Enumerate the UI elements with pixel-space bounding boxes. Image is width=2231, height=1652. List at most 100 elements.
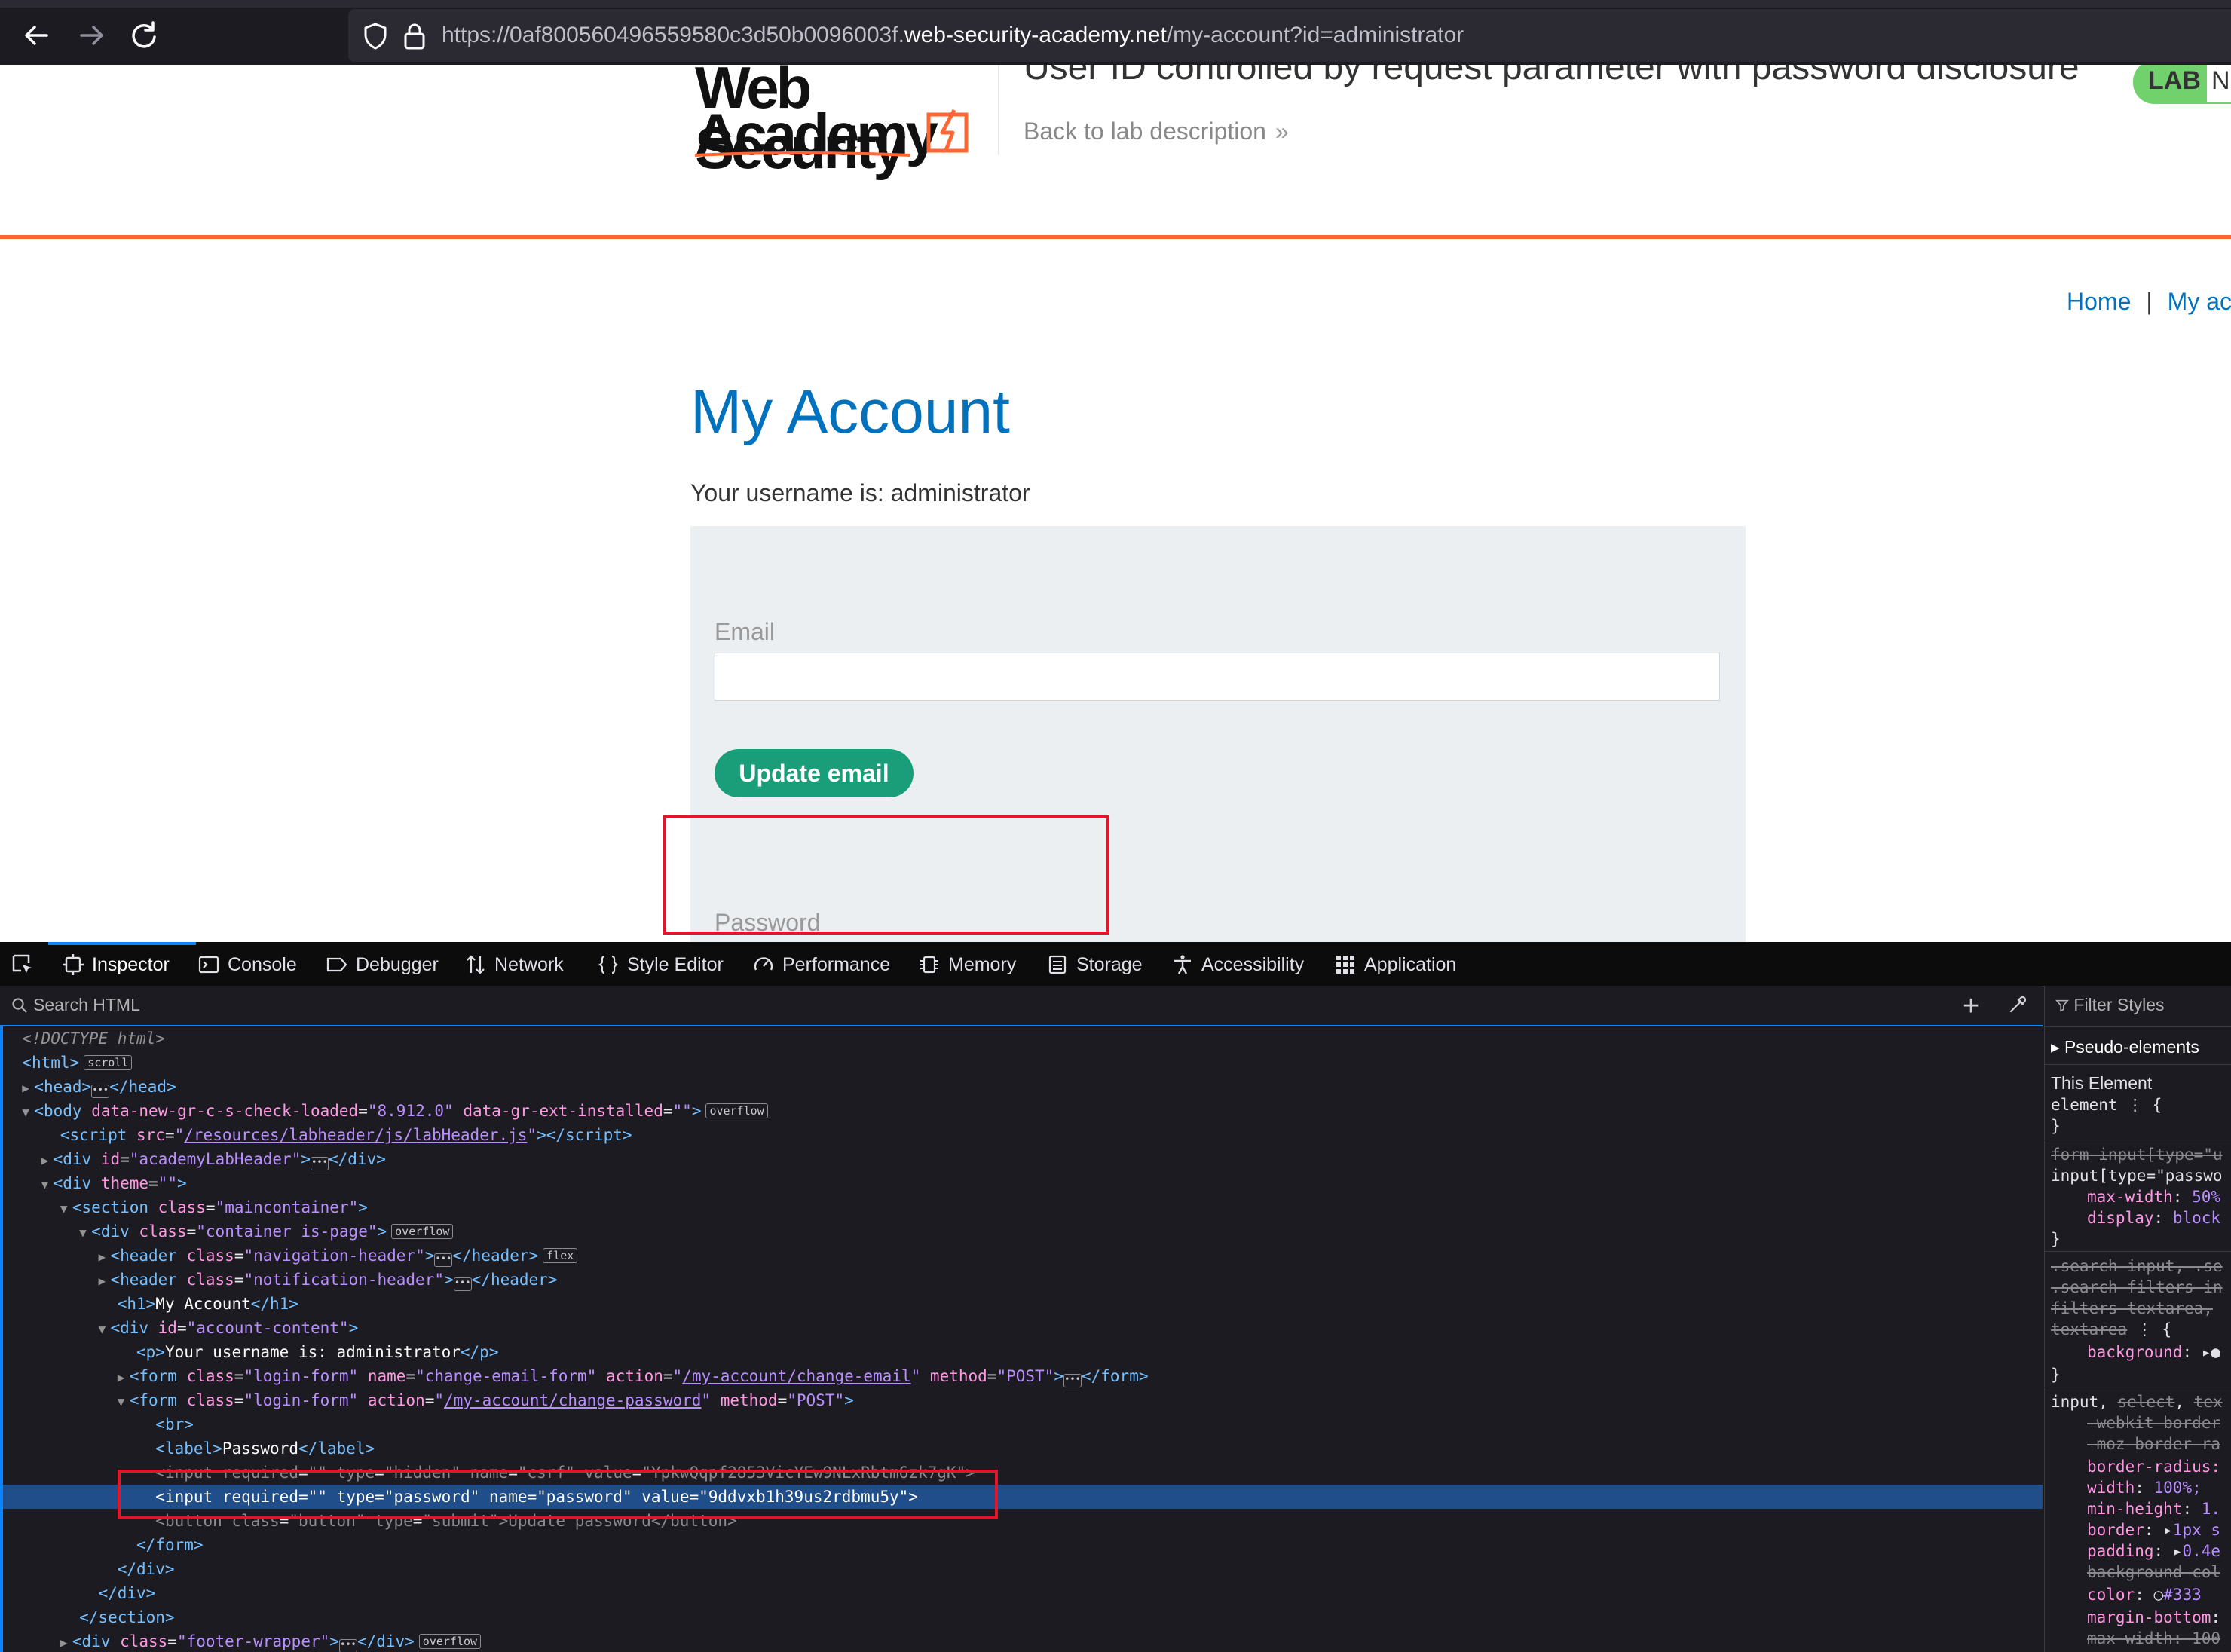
markup-line-html[interactable]: <html> scroll — [3, 1051, 2043, 1075]
eyedropper-icon[interactable] — [2006, 995, 2027, 1016]
element-picker-icon[interactable] — [11, 953, 35, 977]
collapse-triangle-icon[interactable]: ▼ — [79, 1221, 91, 1245]
back-link-label: Back to lab description — [1024, 118, 1266, 145]
markup-line-div-close[interactable]: </div> — [3, 1557, 2043, 1581]
rule-prop[interactable]: min-height: 1. — [2087, 1500, 2220, 1518]
shield-icon[interactable] — [359, 20, 392, 53]
markup-line-notif-header[interactable]: ▶ <header class="notification-header">•••… — [3, 1268, 2043, 1292]
rule-prop: -moz-border-ra — [2087, 1435, 2221, 1453]
memory-icon — [920, 956, 938, 974]
markup-line-label[interactable]: <label>Password</label> — [3, 1436, 2043, 1461]
markup-line-doctype[interactable]: <!DOCTYPE html> — [3, 1026, 2043, 1051]
markup-line-section-close[interactable]: </section> — [3, 1605, 2043, 1629]
debugger-icon — [326, 957, 347, 972]
head-tag-name: head — [43, 1078, 82, 1096]
expand-triangle-icon[interactable]: ▶ — [22, 1076, 34, 1100]
markup-line-section[interactable]: ▼ <section class="maincontainer"> — [3, 1195, 2043, 1219]
collapsed-ellipsis-icon[interactable]: ••• — [453, 1277, 472, 1291]
flex-badge[interactable]: flex — [543, 1248, 578, 1263]
expand-triangle-icon[interactable]: ▶ — [41, 1149, 54, 1173]
rule-prop[interactable]: background: ▸● — [2087, 1343, 2220, 1361]
overflow-badge[interactable]: overflow — [391, 1224, 454, 1239]
rule-prop[interactable]: padding: ▸0.4e — [2087, 1542, 2220, 1560]
update-email-button[interactable]: Update email — [715, 749, 914, 797]
rule-prop[interactable]: border-radius: — [2087, 1458, 2220, 1476]
markup-line-form-close[interactable]: </form> — [3, 1533, 2043, 1557]
html-markup-tree[interactable]: <!DOCTYPE html> <html> scroll ▶ <head>•••<… — [0, 1026, 2043, 1652]
collapse-triangle-icon[interactable]: ▼ — [98, 1317, 110, 1341]
header-divider — [998, 65, 999, 155]
markup-line-pw-form[interactable]: ▼ <form class="login-form" action="/my-ac… — [3, 1388, 2043, 1412]
markup-line-script[interactable]: <script src="/resources/labheader/js/lab… — [3, 1123, 2043, 1147]
overflow-badge[interactable]: overflow — [705, 1103, 768, 1118]
markup-line-theme-div[interactable]: ▼ <div theme=""> — [3, 1171, 2043, 1195]
markup-line-br[interactable]: <br> — [3, 1412, 2043, 1436]
expand-triangle-icon[interactable]: ▶ — [98, 1269, 110, 1293]
rule-prop[interactable]: color: ○#333 — [2087, 1586, 2202, 1604]
collapse-triangle-icon[interactable]: ▼ — [22, 1100, 34, 1124]
expand-triangle-icon[interactable]: ▶ — [118, 1366, 130, 1390]
collapse-triangle-icon[interactable]: ▼ — [60, 1197, 72, 1221]
collapsed-ellipsis-icon[interactable]: ••• — [91, 1085, 110, 1098]
lock-icon[interactable] — [398, 20, 431, 53]
collapse-triangle-icon[interactable]: ▼ — [118, 1390, 130, 1414]
reload-icon[interactable] — [125, 17, 163, 54]
pw-form-action-link[interactable]: /my-account/change-password — [444, 1391, 701, 1409]
devtools-tab-label: Style Editor — [627, 954, 724, 975]
rule-prop[interactable]: width: 100%; — [2087, 1479, 2202, 1497]
collapsed-ellipsis-icon[interactable]: ••• — [1063, 1374, 1082, 1387]
rule-prop[interactable]: margin-bottom: — [2087, 1608, 2220, 1626]
search-html-bar[interactable]: Search HTML + — [0, 986, 2043, 1026]
markup-line-h1[interactable]: <h1>My Account</h1> — [3, 1292, 2043, 1316]
collapse-triangle-icon[interactable]: ▼ — [41, 1173, 54, 1197]
expand-triangle-icon[interactable]: ▶ — [98, 1245, 110, 1269]
script-src-link[interactable]: /resources/labheader/js/labHeader.js — [184, 1126, 527, 1144]
pw-form-method: POST — [796, 1391, 835, 1409]
markup-line-head[interactable]: ▶ <head>•••</head> — [3, 1075, 2043, 1099]
rule-element[interactable]: element ⋮ { — [2051, 1096, 2162, 1114]
filter-icon — [2055, 999, 2069, 1012]
url-text[interactable]: https://0af800560496559580c3d50b0096003f… — [442, 23, 1464, 48]
forward-arrow-icon[interactable] — [72, 17, 110, 54]
nav-my-account-link[interactable]: My ac — [2168, 288, 2231, 315]
rule-prop: -webkit-border — [2087, 1414, 2221, 1432]
markup-line-account-content[interactable]: ▼ <div id="account-content"> — [3, 1316, 2043, 1340]
markup-line-academy-header[interactable]: ▶ <div id="academyLabHeader">•••</div> — [3, 1147, 2043, 1171]
markup-line-div-close[interactable]: </div> — [3, 1581, 2043, 1605]
email-form-class: login-form — [253, 1367, 349, 1385]
this-element-heading: This Element — [2051, 1073, 2153, 1093]
collapsed-ellipsis-icon[interactable]: ••• — [338, 1639, 357, 1652]
lab-title: User ID controlled by request parameter … — [1024, 65, 2080, 87]
page-title: My Account — [690, 378, 1010, 446]
pseudo-elements-toggle[interactable]: ▸ Pseudo-elements — [2051, 1037, 2199, 1057]
filter-styles-input[interactable]: Filter Styles — [2055, 995, 2165, 1015]
markup-line-body[interactable]: ▼ <body data-new-gr-c-s-check-loaded="8.9… — [3, 1099, 2043, 1123]
scroll-badge[interactable]: scroll — [84, 1055, 133, 1070]
email-form-action-link[interactable]: /my-account/change-email — [682, 1367, 910, 1385]
collapsed-ellipsis-icon[interactable]: ••• — [311, 1157, 329, 1170]
rules-sidebar: Filter Styles ▸ Pseudo-elements This Ele… — [2044, 986, 2231, 1652]
back-arrow-icon[interactable] — [18, 17, 56, 54]
markup-line-nav-header[interactable]: ▶ <header class="navigation-header">•••</… — [3, 1244, 2043, 1268]
collapsed-ellipsis-icon[interactable]: ••• — [434, 1253, 453, 1267]
web-security-academy-logo[interactable]: Web Security Academy — [690, 65, 999, 178]
nav-home-link[interactable]: Home — [2067, 288, 2131, 315]
overflow-badge[interactable]: overflow — [418, 1634, 482, 1649]
add-node-icon[interactable]: + — [1963, 990, 1979, 1023]
account-content-id: account-content — [196, 1319, 339, 1337]
rule-prop[interactable]: max-width: 50% — [2087, 1188, 2220, 1206]
rule-prop[interactable]: display: block — [2087, 1209, 2220, 1227]
storage-icon — [1048, 955, 1067, 974]
rule-prop[interactable]: border: ▸1px s — [2087, 1521, 2220, 1539]
email-field[interactable] — [715, 653, 1720, 701]
url-bar[interactable]: https://0af800560496559580c3d50b0096003f… — [348, 9, 2231, 62]
expand-triangle-icon[interactable]: ▶ — [60, 1631, 72, 1652]
url-prefix: https://0af800560496559580c3d50b0096003f… — [442, 23, 904, 47]
back-to-lab-description-link[interactable]: Back to lab description » — [1024, 118, 1289, 145]
markup-line-email-form[interactable]: ▶ <form class="login-form" name="change-e… — [3, 1364, 2043, 1388]
p-text: Your username is: administrator — [164, 1343, 461, 1361]
markup-line-footer[interactable]: ▶ <div class="footer-wrapper">•••</div> ov… — [3, 1629, 2043, 1652]
markup-line-container[interactable]: ▼ <div class="container is-page"> overflow — [3, 1219, 2043, 1244]
markup-line-p[interactable]: <p>Your username is: administrator</p> — [3, 1340, 2043, 1364]
devtools-tab-label: Accessibility — [1201, 954, 1305, 975]
